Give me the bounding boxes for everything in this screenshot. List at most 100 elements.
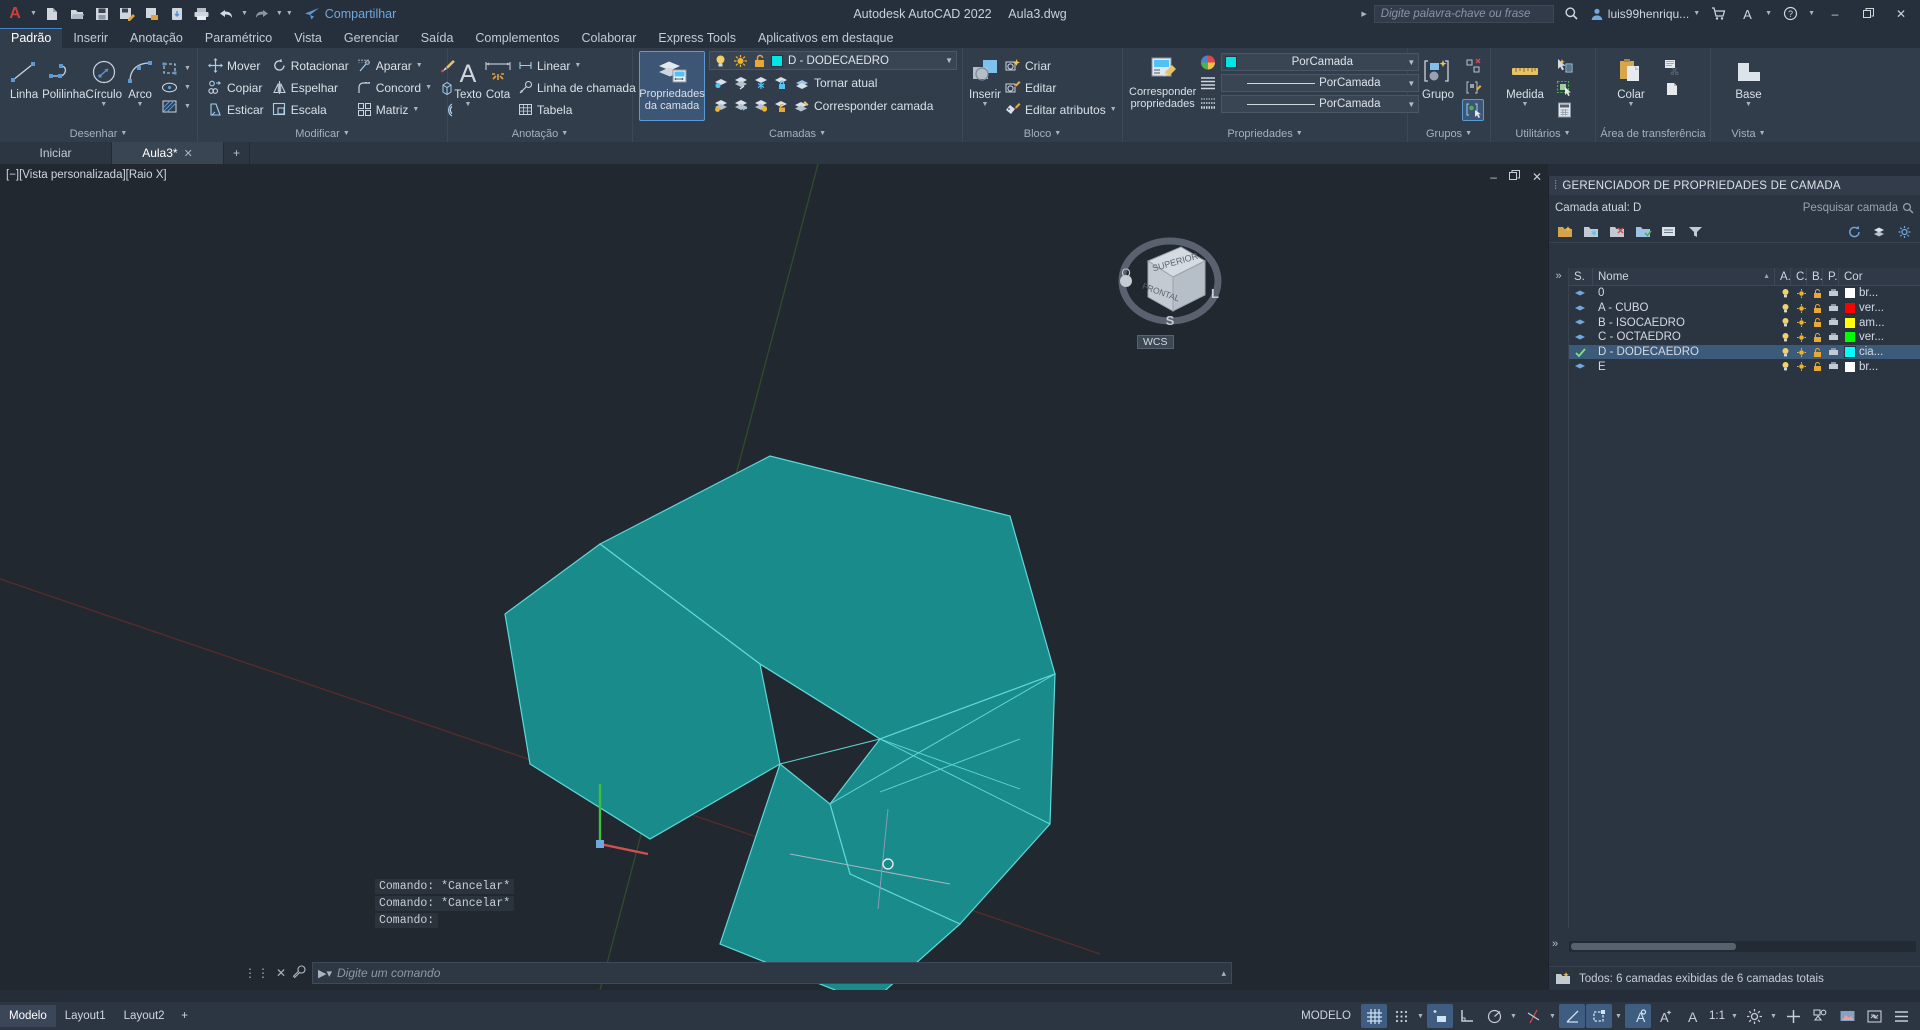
array-dropdown-icon[interactable]: ▼ <box>412 106 419 113</box>
panel-modificar-expand-icon[interactable]: ▼ <box>343 130 350 137</box>
snap-mode-toggle[interactable] <box>1388 1004 1414 1028</box>
draw-circle-button[interactable]: Círculo ▼ <box>86 52 122 124</box>
layout-tab-layout2[interactable]: Layout2 <box>115 1005 174 1027</box>
object-snap-toggle[interactable] <box>1559 1004 1585 1028</box>
osnap-tracking-dropdown-icon[interactable]: ▼ <box>1547 1004 1558 1028</box>
row-color-cell[interactable]: ver... <box>1839 301 1887 316</box>
close-window-button[interactable]: ✕ <box>1888 0 1914 27</box>
annotation-text-button[interactable]: A Texto ▼ <box>454 52 482 124</box>
file-tab-aula3[interactable]: Aula3* ✕ <box>112 142 224 164</box>
ribbon-tab-saida[interactable]: Saída <box>410 29 465 48</box>
ungroup-icon[interactable] <box>1462 55 1484 77</box>
ribbon-tab-vista[interactable]: Vista <box>283 29 333 48</box>
new-file-icon[interactable] <box>41 3 63 25</box>
current-layer-dropdown-icon[interactable]: ▼ <box>945 56 953 65</box>
layer-tools-icon[interactable] <box>1868 223 1890 241</box>
copy-clipboard-icon[interactable] <box>1660 78 1682 100</box>
save-as-icon[interactable] <box>116 3 138 25</box>
modify-array-button[interactable]: Matriz ▼ <box>353 99 436 121</box>
draw-arc-button[interactable]: Arco ▼ <box>122 52 158 124</box>
ribbon-tab-inserir[interactable]: Inserir <box>62 29 119 48</box>
model-space-indicator[interactable]: MODELO <box>1292 1005 1360 1027</box>
autoscale-toggle[interactable]: A <box>1652 1004 1678 1028</box>
redo-icon[interactable] <box>251 3 273 25</box>
hatch-dropdown-icon[interactable]: ▼ <box>184 103 191 110</box>
measure-button[interactable]: Medida ▼ <box>1497 52 1553 124</box>
open-file-icon[interactable] <box>66 3 88 25</box>
row-status-icon[interactable] <box>1569 315 1593 330</box>
row-lock-icon[interactable] <box>1807 315 1823 330</box>
command-expand-icon[interactable]: ▴ <box>1221 968 1226 979</box>
row-freeze-icon[interactable] <box>1791 286 1807 301</box>
hatch-icon[interactable] <box>158 96 180 118</box>
row-current-layer-check-icon[interactable] <box>1569 345 1593 360</box>
workspace-switching-icon[interactable] <box>1741 1004 1767 1028</box>
autodesk-apps-icon[interactable]: A <box>1736 3 1758 25</box>
command-input-bar[interactable]: ▶▾ Digite um comando ▴ <box>312 962 1232 984</box>
row-lock-icon[interactable] <box>1807 359 1823 374</box>
ribbon-tab-complementos[interactable]: Complementos <box>464 29 570 48</box>
row-layer-name[interactable]: D - DODECAEDRO <box>1593 345 1775 360</box>
col-header-on[interactable]: A. <box>1775 268 1791 286</box>
rectangle-dropdown-icon[interactable]: ▼ <box>184 65 191 72</box>
graphics-performance-icon[interactable] <box>1834 1004 1860 1028</box>
row-lock-icon[interactable] <box>1807 330 1823 345</box>
row-layer-name[interactable]: A - CUBO <box>1593 301 1775 316</box>
workspace-dropdown-icon[interactable]: ▼ <box>1768 1004 1779 1028</box>
col-header-color[interactable]: Cor <box>1839 268 1887 286</box>
cut-icon[interactable] <box>1660 56 1682 78</box>
share-button[interactable]: Compartilhar <box>304 7 396 21</box>
ribbon-tab-padrao[interactable]: Padrão <box>0 28 63 48</box>
layer-filter-icon[interactable] <box>1684 223 1706 241</box>
grid-display-toggle[interactable] <box>1361 1004 1387 1028</box>
save-icon[interactable] <box>91 3 113 25</box>
base-view-dropdown-icon[interactable]: ▼ <box>1745 101 1752 108</box>
minimize-window-button[interactable]: – <box>1822 0 1848 27</box>
row-on-icon[interactable] <box>1775 359 1791 374</box>
modify-copy-button[interactable]: Copiar <box>204 77 268 99</box>
row-freeze-icon[interactable] <box>1791 345 1807 360</box>
quick-calc-select-icon[interactable] <box>1553 77 1575 99</box>
base-view-button[interactable]: Base ▼ <box>1721 52 1777 124</box>
layer-settings-gear-icon[interactable] <box>1893 223 1915 241</box>
row-color-cell[interactable]: br... <box>1839 286 1887 301</box>
row-status-icon[interactable] <box>1569 286 1593 301</box>
save-cloud-icon[interactable] <box>166 3 188 25</box>
object-color-combo[interactable]: PorCamada ▼ <box>1221 53 1420 71</box>
view-cube[interactable]: O L S SUPERIOR FRONTAL WCS <box>1113 219 1228 349</box>
layout-tab-layout1[interactable]: Layout1 <box>56 1005 115 1027</box>
panel-camadas-expand-icon[interactable]: ▼ <box>819 130 826 137</box>
row-plot-icon[interactable] <box>1823 286 1839 301</box>
layout-tab-modelo[interactable]: Modelo <box>0 1005 56 1027</box>
row-freeze-icon[interactable] <box>1791 330 1807 345</box>
wrench-icon[interactable] <box>292 964 306 982</box>
row-on-icon[interactable] <box>1775 286 1791 301</box>
table-row[interactable]: A - CUBO ver... <box>1569 301 1920 316</box>
table-row[interactable]: 0 br... <box>1569 286 1920 301</box>
quick-select-icon[interactable] <box>1553 55 1575 77</box>
row-lock-icon[interactable] <box>1807 286 1823 301</box>
row-status-icon[interactable] <box>1569 330 1593 345</box>
block-edit-button[interactable]: Editar <box>1001 77 1121 99</box>
qat-customize-icon[interactable]: ▼ <box>286 10 293 17</box>
layer-filter-tree-column[interactable]: » <box>1549 268 1569 928</box>
new-layer-frozen-icon[interactable] <box>1580 223 1602 241</box>
modify-stretch-button[interactable]: Esticar <box>204 99 268 121</box>
row-plot-icon[interactable] <box>1823 330 1839 345</box>
ribbon-tab-anotacao[interactable]: Anotação <box>119 29 194 48</box>
autocad-logo-icon[interactable]: A <box>0 5 30 23</box>
row-lock-icon[interactable] <box>1807 345 1823 360</box>
layer-grid-horizontal-scrollbar[interactable] <box>1569 941 1916 952</box>
arc-dropdown-icon[interactable]: ▼ <box>137 101 144 108</box>
annotation-linear-button[interactable]: Linear ▼ <box>514 55 651 77</box>
customization-icon[interactable] <box>1888 1004 1914 1028</box>
qat-logo-dropdown-icon[interactable]: ▼ <box>30 10 37 17</box>
snap-dropdown-icon[interactable]: ▼ <box>1415 1004 1426 1028</box>
panel-anotacao-expand-icon[interactable]: ▼ <box>561 130 568 137</box>
row-on-icon[interactable] <box>1775 301 1791 316</box>
add-layout-button[interactable]: + <box>174 1005 196 1027</box>
paste-dropdown-icon[interactable]: ▼ <box>1628 101 1635 108</box>
layer-states-icon[interactable] <box>1658 223 1680 241</box>
fillet-dropdown-icon[interactable]: ▼ <box>425 84 432 91</box>
table-row[interactable]: B - ISOCAEDRO am... <box>1569 315 1920 330</box>
